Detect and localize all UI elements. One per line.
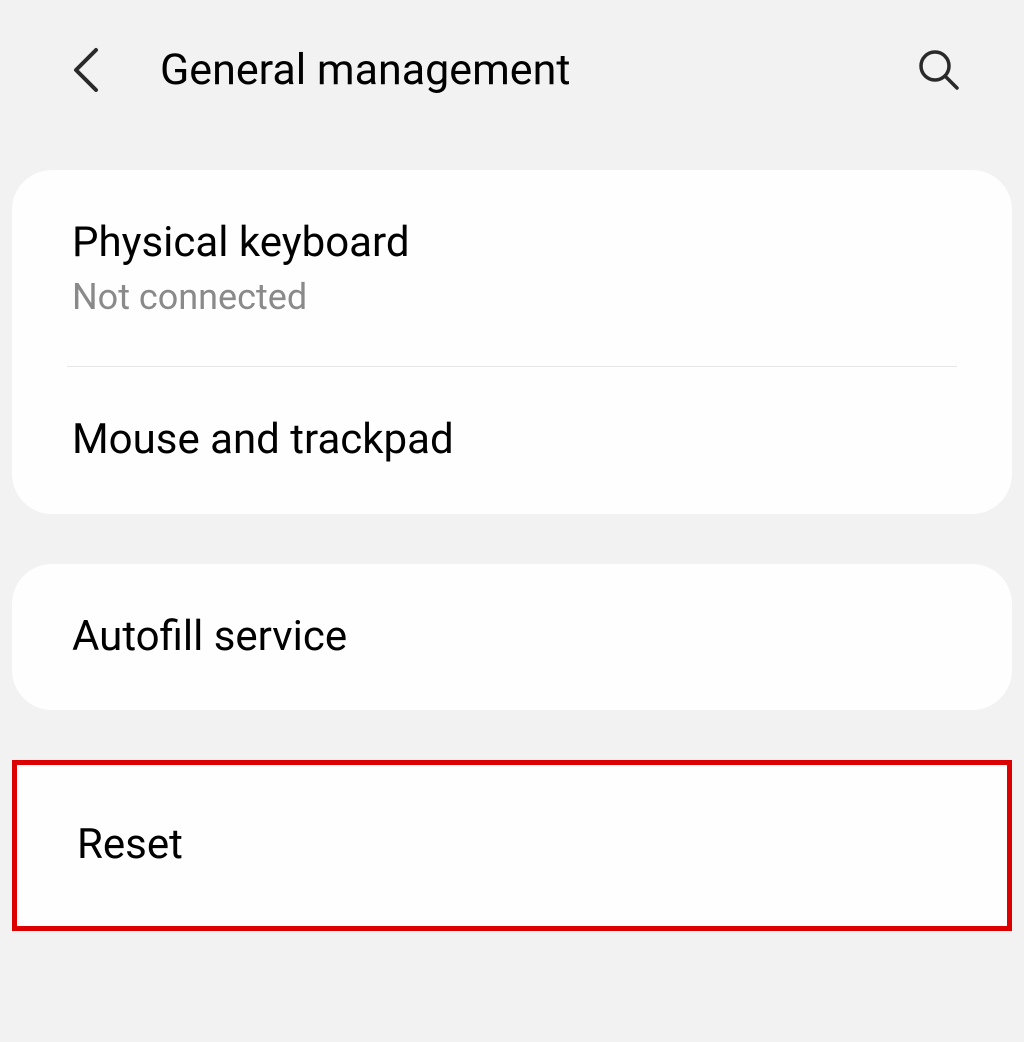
settings-group-autofill: Autofill service [12, 564, 1012, 710]
settings-group-reset: Reset [12, 760, 1012, 930]
back-icon [70, 46, 100, 94]
header: General management [0, 0, 1024, 130]
search-icon [917, 48, 961, 92]
page-title: General management [160, 45, 914, 95]
list-item-subtitle: Not connected [72, 276, 952, 318]
list-item-title: Mouse and trackpad [72, 415, 952, 465]
list-item-title: Autofill service [72, 612, 952, 662]
list-item-title: Physical keyboard [72, 218, 952, 268]
list-item-physical-keyboard[interactable]: Physical keyboard Not connected [12, 170, 1012, 366]
back-button[interactable] [60, 45, 110, 95]
list-item-title: Reset [77, 820, 947, 870]
list-item-reset[interactable]: Reset [19, 765, 1005, 925]
search-button[interactable] [914, 45, 964, 95]
content: Physical keyboard Not connected Mouse an… [0, 130, 1024, 931]
settings-group-input-devices: Physical keyboard Not connected Mouse an… [12, 170, 1012, 514]
list-item-autofill-service[interactable]: Autofill service [12, 564, 1012, 710]
list-item-mouse-trackpad[interactable]: Mouse and trackpad [12, 367, 1012, 513]
